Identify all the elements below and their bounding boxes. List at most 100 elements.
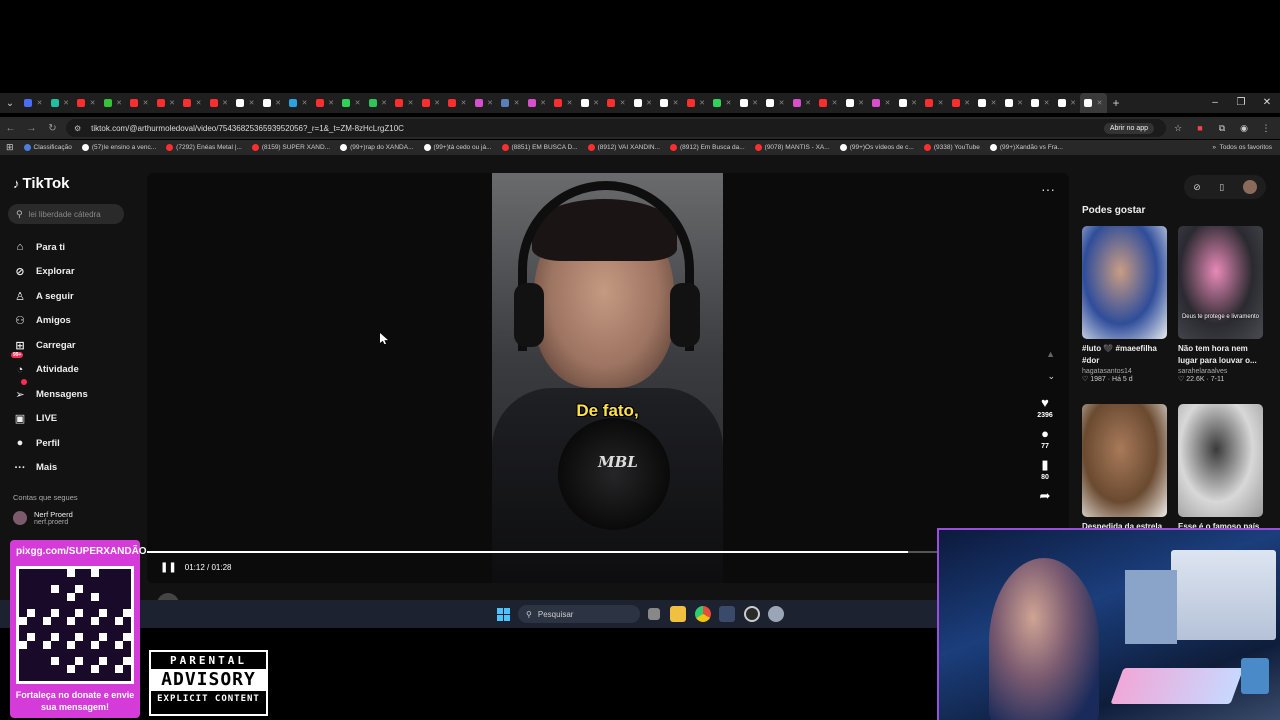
tab-close-icon[interactable]: ✕ [540,99,546,107]
tab-close-icon[interactable]: ✕ [408,99,414,107]
bookmark-item[interactable]: (7292) Enéas Metal |... [166,144,242,151]
taskbar-search[interactable]: ⚲ Pesquisar [518,605,640,623]
sidebar-item-live[interactable]: ▣ LIVE [13,407,88,432]
star-icon[interactable]: ☆ [1170,120,1186,136]
tab-close-icon[interactable]: ✕ [752,99,758,107]
tab-close-icon[interactable]: ✕ [567,99,573,107]
tab-close-icon[interactable]: ✕ [1070,99,1076,107]
bookmark-item[interactable]: (8159) SUPER XAND... [251,144,330,151]
browser-tab[interactable]: ✕ [736,93,763,113]
tab-close-icon[interactable]: ✕ [938,99,944,107]
browser-tab[interactable]: ✕ [709,93,736,113]
settings-icon[interactable] [768,606,784,622]
url-field[interactable]: ⚙ tiktok.com/@arthurmoledoval/video/7543… [66,119,1166,137]
browser-tab[interactable]: ✕ [603,93,630,113]
tab-close-icon[interactable]: ✕ [699,99,705,107]
tab-close-icon[interactable]: ✕ [90,99,96,107]
apps-grid-icon[interactable]: ⊞ [6,142,14,153]
maximize-icon[interactable]: ❐ [1228,93,1254,113]
tab-close-icon[interactable]: ✕ [514,99,520,107]
browser-tab[interactable]: ✕ [153,93,180,113]
tab-close-icon[interactable]: ✕ [805,99,811,107]
obs-icon[interactable] [744,606,760,622]
close-window-icon[interactable]: ✕ [1254,93,1280,113]
open-in-app-button[interactable]: Abrir no app [1103,122,1154,134]
tab-close-icon[interactable]: ✕ [381,99,387,107]
browser-tab[interactable]: ✕ [1054,93,1081,113]
browser-tab[interactable]: ✕ [20,93,47,113]
tab-close-icon[interactable]: ✕ [222,99,228,107]
new-tab-button[interactable]: + [1113,96,1120,110]
tab-close-icon[interactable]: ✕ [302,99,308,107]
browser-tab[interactable]: ✕ [683,93,710,113]
sidebar-item-para-ti[interactable]: ⌂ Para ti [13,235,88,260]
puzzle-icon[interactable]: ⧉ [1214,120,1230,136]
minimize-icon[interactable]: – [1202,93,1228,113]
tab-close-icon[interactable]: ✕ [858,99,864,107]
browser-tab[interactable]: ✕ [524,93,551,113]
bookmark-item[interactable]: (99+)tá cedo ou já... [423,144,492,151]
tab-close-icon[interactable]: ✕ [63,99,69,107]
all-favorites-link[interactable]: » Todos os favoritos [1212,144,1272,151]
browser-tab[interactable]: ✕ [206,93,233,113]
bookmark-item[interactable]: (99+)rap do XANDÃ... [340,144,414,151]
bookmark-item[interactable]: Classificação [23,144,72,151]
tab-close-icon[interactable]: ✕ [593,99,599,107]
windows-start-icon[interactable] [497,608,510,621]
tab-close-icon[interactable]: ✕ [1097,99,1103,107]
browser-tab[interactable]: ✕ [126,93,153,113]
tab-close-icon[interactable]: ✕ [249,99,255,107]
tab-close-icon[interactable]: ✕ [1017,99,1023,107]
browser-tab[interactable]: ✕ [815,93,842,113]
comment-icon[interactable]: ● [1041,426,1049,441]
browser-tab[interactable]: ✕ [550,93,577,113]
tab-close-icon[interactable]: ✕ [646,99,652,107]
browser-tab[interactable]: ✕ [789,93,816,113]
recommend-thumbnail[interactable] [1082,404,1167,517]
browser-tab[interactable]: ✕ [762,93,789,113]
bookmark-item[interactable]: (8912) Em Busca da... [669,144,745,151]
tab-close-icon[interactable]: ✕ [885,99,891,107]
browser-menu-icon[interactable]: ⋮ [1258,120,1274,136]
recommend-thumbnail[interactable] [1082,226,1167,339]
browser-tab[interactable]: ✕ [1080,93,1107,113]
browser-tab[interactable]: ✕ [630,93,657,113]
browser-tab[interactable]: ✕ [418,93,445,113]
browser-tab[interactable]: ✕ [47,93,74,113]
browser-tab[interactable]: ✕ [921,93,948,113]
chevron-up-icon[interactable]: ▲ [1046,349,1055,359]
tab-close-icon[interactable]: ✕ [434,99,440,107]
tab-close-icon[interactable]: ✕ [911,99,917,107]
sidebar-item-mais[interactable]: ··· Mais [13,456,88,481]
bookmark-icon[interactable]: ▮ [1041,457,1048,472]
pause-icon[interactable]: ❚❚ [160,562,177,573]
task-view-icon[interactable] [648,608,660,620]
following-account[interactable]: Nerf Proerd nerf.proerd [13,510,73,526]
tab-close-icon[interactable]: ✕ [1044,99,1050,107]
browser-tab[interactable]: ✕ [1027,93,1054,113]
tab-close-icon[interactable]: ✕ [779,99,785,107]
share-icon[interactable]: ➦ [1040,488,1051,503]
browser-tab[interactable]: ✕ [895,93,922,113]
bookmark-item[interactable]: (9338) YouTube [923,144,980,151]
browser-tab[interactable]: ✕ [1001,93,1028,113]
browser-tab[interactable]: ✕ [842,93,869,113]
profile-avatar-icon[interactable]: ◉ [1236,120,1252,136]
tab-close-icon[interactable]: ✕ [355,99,361,107]
browser-tab[interactable]: ✕ [577,93,604,113]
browser-tab[interactable]: ✕ [179,93,206,113]
bookmark-item[interactable]: (9078) MANTIS - XA... [754,144,830,151]
extension-icon[interactable]: ■ [1192,120,1208,136]
tiktok-logo[interactable]: ♪ TikTok [13,175,69,192]
sidebar-item-perfil[interactable]: ● Perfil [13,431,88,456]
recommend-item[interactable]: #luto 🖤 #maeefilha #dor hagatasantos14 ♡ 1… [1082,226,1167,383]
tab-close-icon[interactable]: ✕ [964,99,970,107]
sidebar-item-a-seguir[interactable]: ♙ A seguir [13,284,88,309]
sidebar-item-explorar[interactable]: ⊘ Explorar [13,260,88,285]
browser-tab[interactable]: ✕ [285,93,312,113]
chrome-icon[interactable] [695,606,711,622]
sidebar-item-carregar[interactable]: ⊞ Carregar [13,333,88,358]
bookmark-item[interactable]: (99+)Xandão vs Fra... [989,144,1063,151]
tab-close-icon[interactable]: ✕ [116,99,122,107]
video-player[interactable]: MBL De fato, ··· ▲ ⌄ ♥ 2396 ● 77 ▮ 80 ➦ … [147,173,1069,583]
